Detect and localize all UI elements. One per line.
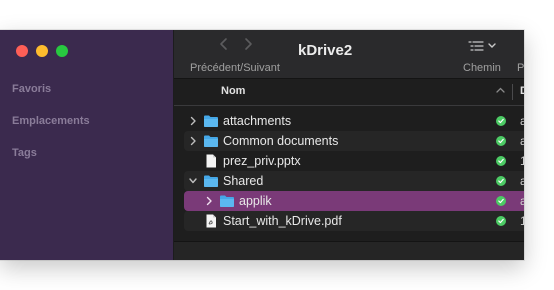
document-icon [206,154,216,168]
sync-status-icon [496,116,506,126]
sync-status-icon [496,136,506,146]
forward-arrow-icon[interactable] [242,37,254,51]
folder-icon [204,115,218,127]
chevron-right-icon[interactable] [189,116,197,126]
toolbar: kDrive2 Précédent/Suivant Chemin P [174,30,524,79]
window-controls [16,45,68,57]
back-arrow-icon[interactable] [218,37,230,51]
folder-row[interactable]: Shared a [184,171,524,191]
chevron-right-icon[interactable] [205,196,213,206]
sidebar-section-favorites[interactable]: Favoris [12,83,51,95]
sidebar-section-locations[interactable]: Emplacements [12,115,90,127]
file-row[interactable]: Start_with_kDrive.pdf 1 [184,211,524,231]
date-cell-truncated: a [520,194,524,208]
file-name: prez_priv.pptx [223,154,301,168]
sidebar-section-tags[interactable]: Tags [12,147,37,159]
folder-row[interactable]: applik a [184,191,524,211]
chevron-down-icon[interactable] [189,176,197,186]
sync-status-icon [496,196,506,206]
file-name: Start_with_kDrive.pdf [223,214,342,228]
chevron-down-icon [488,43,496,48]
column-date-header[interactable]: D [520,85,524,97]
folder-icon [204,135,218,147]
folder-row[interactable]: attachments a [184,111,524,131]
date-cell-truncated: a [520,114,524,128]
navigation-controls [218,37,254,51]
sort-ascending-icon[interactable] [496,87,505,93]
file-row[interactable]: prez_priv.pptx 1 [184,151,524,171]
window-title: kDrive2 [298,42,353,59]
date-cell-truncated: 1 [520,154,524,168]
sync-status-icon [496,216,506,226]
file-name: Shared [223,174,264,188]
nav-label: Précédent/Suivant [190,62,280,74]
column-name-header[interactable]: Nom [221,85,245,97]
folder-row[interactable]: Common documents a [184,131,524,151]
file-browser: kDrive2 Précédent/Suivant Chemin P Nom D [174,30,524,260]
date-cell-truncated: a [520,134,524,148]
file-name: attachments [223,114,292,128]
list-view-icon [468,41,484,51]
folder-icon [204,175,218,187]
zoom-window-button[interactable] [56,45,68,57]
path-label: Chemin [463,62,501,74]
sync-status-icon [496,176,506,186]
pdf-document-icon [206,214,216,228]
sidebar: Favoris Emplacements Tags [0,30,174,260]
file-name: applik [239,194,272,208]
close-window-button[interactable] [16,45,28,57]
column-header: Nom D [174,79,524,106]
sync-status-icon [496,156,506,166]
date-cell-truncated: a [520,174,524,188]
toolbar-label-truncated: P [517,62,524,74]
date-cell-truncated: 1 [520,214,524,228]
minimize-window-button[interactable] [36,45,48,57]
finder-window: Favoris Emplacements Tags kDrive2 Précéd… [0,30,524,260]
chevron-right-icon[interactable] [189,136,197,146]
status-bar [174,241,524,260]
file-name: Common documents [223,134,339,148]
view-options-button[interactable] [468,40,496,52]
column-divider[interactable] [512,84,513,100]
folder-icon [220,195,234,207]
